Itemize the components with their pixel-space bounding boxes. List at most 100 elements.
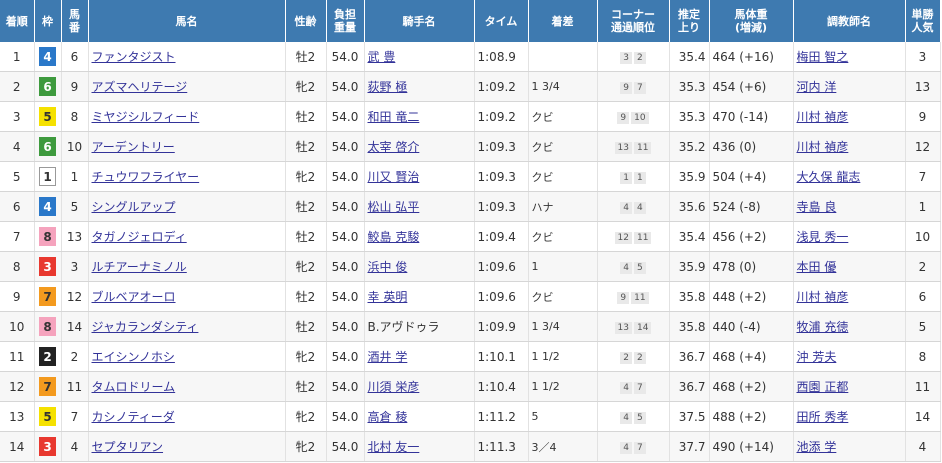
horse-name-link-cell: セプタリアン: [88, 431, 286, 462]
body-weight: 478 (0): [712, 259, 757, 274]
waku-cell: 4: [34, 191, 62, 222]
header-cell[interactable]: 推定 上り: [669, 0, 710, 42]
header-cell[interactable]: 馬名: [88, 0, 286, 42]
jockey-link[interactable]: 川須 栄彦: [368, 380, 420, 394]
horse-name-link[interactable]: タムロドリーム: [92, 380, 176, 394]
jockey-link[interactable]: 浜中 俊: [368, 260, 408, 274]
horse-name-link[interactable]: アズマヘリテージ: [92, 80, 188, 94]
header-cell[interactable]: 馬番: [61, 0, 89, 42]
trainer-link[interactable]: 本田 優: [797, 260, 837, 274]
horse-name-link[interactable]: タガノジェロディ: [92, 230, 187, 244]
horse-name-link[interactable]: ブルベアオーロ: [92, 290, 176, 304]
trainer-link[interactable]: 浅見 秀一: [797, 230, 849, 244]
corner-positions-cell: 22: [597, 341, 670, 372]
finish-time: 1:09.6: [477, 289, 516, 304]
waku-badge: 4: [39, 197, 56, 216]
waku-cell: 7: [34, 371, 62, 402]
last-3f: 35.8: [678, 289, 706, 304]
horse-name-link[interactable]: シングルアップ: [92, 200, 176, 214]
popularity-cell: 14: [905, 401, 941, 432]
waku-cell: 3: [34, 431, 62, 462]
waku-badge: 8: [39, 317, 56, 336]
carried-weight-cell: 54.0: [326, 431, 365, 462]
header-cell[interactable]: 負担 重量: [326, 0, 365, 42]
margin-cell: 1 1/2: [528, 341, 598, 372]
trainer-link[interactable]: 牧浦 充徳: [797, 320, 849, 334]
header-label: 馬体重: [734, 8, 768, 21]
jockey-link[interactable]: 松山 弘平: [368, 200, 420, 214]
trainer-link-cell: 本田 優: [793, 251, 906, 282]
horse-name-link[interactable]: エイシンノホシ: [92, 350, 175, 364]
jockey-link[interactable]: B.アヴドゥラ: [368, 320, 440, 334]
corner-position: 5: [634, 262, 646, 274]
corner-positions-cell: 12 11: [597, 221, 670, 252]
finish-rank: 7: [12, 229, 21, 244]
trainer-link[interactable]: 川村 禎彦: [797, 140, 849, 154]
horse-number: 10: [66, 139, 83, 154]
table-row: 12 7 11 タムロドリーム 牡2 54.0 川須 栄彦 1:10.4 1 1/2 4 7 36.7…: [0, 371, 941, 402]
header-cell[interactable]: 調教師名: [793, 0, 906, 42]
jockey-link[interactable]: 太宰 啓介: [368, 140, 420, 154]
last-3f-cell: 35.8: [669, 311, 710, 342]
header-cell[interactable]: 着差: [528, 0, 598, 42]
carried-weight-cell: 54.0: [326, 311, 365, 342]
finish-time-cell: 1:11.2: [474, 401, 529, 432]
horse-name-link[interactable]: ミヤジシルフィード: [92, 110, 200, 124]
corner-position: 4: [634, 202, 646, 214]
carried-weight: 54.0: [331, 349, 359, 364]
trainer-link[interactable]: 沖 芳夫: [797, 350, 837, 364]
horse-name-link-cell: チュウワフライヤー: [88, 161, 286, 192]
jockey-link[interactable]: 和田 竜二: [368, 110, 420, 124]
header-cell[interactable]: タイム: [474, 0, 529, 42]
jockey-link[interactable]: 武 豊: [368, 50, 396, 64]
margin: 1 3/4: [531, 320, 560, 333]
horse-name-link[interactable]: チュウワフライヤー: [92, 170, 200, 184]
popularity: 2: [918, 259, 927, 274]
corner-positions-cell: 47: [597, 431, 670, 462]
popularity-cell: 12: [905, 131, 941, 162]
trainer-link[interactable]: 大久保 龍志: [797, 170, 861, 184]
jockey-link[interactable]: 高倉 稜: [368, 410, 408, 424]
trainer-link[interactable]: 川村 禎彦: [797, 110, 849, 124]
header-cell[interactable]: 着順: [0, 0, 35, 42]
margin-cell: ハナ: [528, 191, 598, 222]
header-cell[interactable]: 枠: [34, 0, 62, 42]
jockey-link[interactable]: 川又 賢治: [368, 170, 420, 184]
trainer-link[interactable]: 池添 学: [797, 440, 837, 454]
sex-age-cell: 牝2: [285, 401, 327, 432]
jockey-link[interactable]: 荻野 極: [368, 80, 408, 94]
horse-name-link[interactable]: カシノティーダ: [92, 410, 175, 424]
header-cell[interactable]: 騎手名: [364, 0, 475, 42]
horse-name-link[interactable]: アーデントリー: [92, 140, 175, 154]
jockey-link[interactable]: 幸 英明: [368, 290, 408, 304]
header-cell[interactable]: 馬体重 (増減): [709, 0, 794, 42]
trainer-link-cell: 大久保 龍志: [793, 161, 906, 192]
body-weight: 488 (+2): [712, 409, 767, 424]
trainer-link[interactable]: 梅田 智之: [797, 50, 849, 64]
carried-weight-cell: 54.0: [326, 161, 365, 192]
trainer-link[interactable]: 西園 正都: [797, 380, 849, 394]
trainer-link[interactable]: 田所 秀孝: [797, 410, 849, 424]
jockey-link[interactable]: 鮫島 克駿: [368, 230, 420, 244]
header-cell[interactable]: 性齢: [285, 0, 327, 42]
horse-name-link[interactable]: ジャカランダシティ: [92, 320, 199, 334]
header-cell[interactable]: 単勝 人気: [905, 0, 941, 42]
body-weight: 490 (+14): [712, 439, 774, 454]
horse-number-cell: 1: [61, 161, 89, 192]
horse-name-link[interactable]: ファンタジスト: [92, 50, 176, 64]
horse-name-link[interactable]: ルチアーナミノル: [92, 260, 187, 274]
trainer-link[interactable]: 川村 禎彦: [797, 290, 849, 304]
trainer-link-cell: 梅田 智之: [793, 42, 906, 72]
last-3f-cell: 35.8: [669, 281, 710, 312]
finish-rank-cell: 2: [0, 71, 35, 102]
horse-name-link[interactable]: セプタリアン: [92, 440, 164, 454]
corner-position: 9: [617, 112, 630, 124]
corner-position: 4: [620, 412, 632, 424]
finish-rank-cell: 4: [0, 131, 35, 162]
jockey-link[interactable]: 北村 友一: [368, 440, 420, 454]
trainer-link[interactable]: 寺島 良: [797, 200, 837, 214]
carried-weight-cell: 54.0: [326, 281, 365, 312]
header-cell[interactable]: コーナー 通過順位: [597, 0, 670, 42]
jockey-link[interactable]: 酒井 学: [368, 350, 408, 364]
trainer-link[interactable]: 河内 洋: [797, 80, 837, 94]
